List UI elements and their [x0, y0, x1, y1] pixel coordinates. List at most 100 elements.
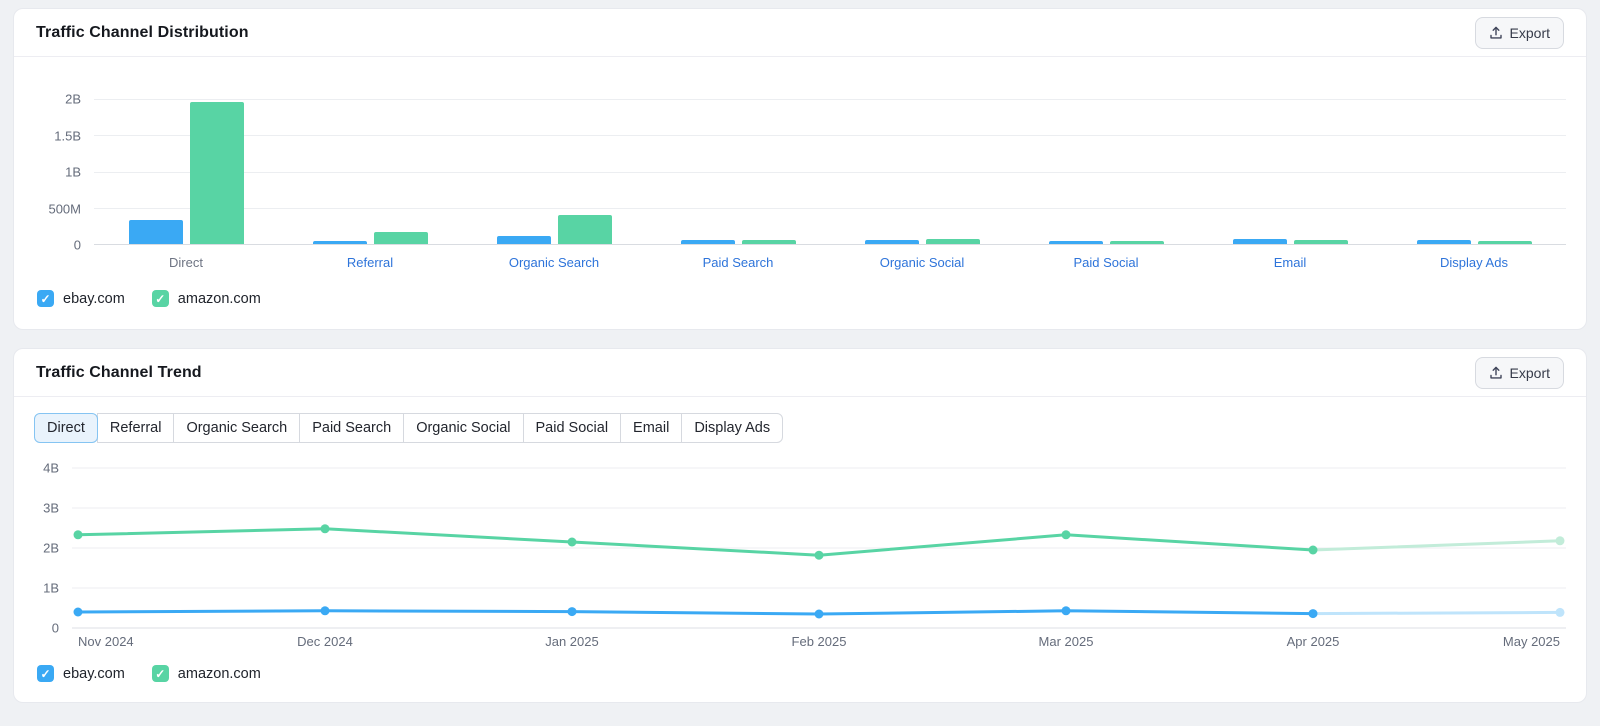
line-chart-y-axis: 4B3B2B1B0: [14, 467, 72, 629]
traffic-channel-distribution-card: Traffic Channel Distribution Export 2B1.…: [13, 8, 1587, 330]
legend-checkbox-amazon-com[interactable]: ✓: [152, 665, 169, 682]
legend-label-ebay-com: ebay.com: [63, 291, 125, 307]
export-button-label: Export: [1510, 25, 1550, 41]
bar-group-organic-social: [830, 99, 1014, 244]
export-button-distribution[interactable]: Export: [1475, 17, 1564, 49]
legend-item-ebay-com[interactable]: ✓ ebay.com: [37, 290, 125, 307]
bar-group-email: [1198, 99, 1382, 244]
bar-chart-y-axis: 2B1.5B1B500M0: [14, 99, 94, 245]
tab-organic-social[interactable]: Organic Social: [403, 413, 523, 443]
point-amazon-com-feb-2025: [815, 551, 824, 560]
trend-y-tick-3b: 3B: [43, 501, 59, 516]
export-button-trend[interactable]: Export: [1475, 357, 1564, 389]
legend-item-ebay-com[interactable]: ✓ebay.com: [37, 665, 125, 682]
bar-ebay-com-paid-social: [1049, 241, 1103, 244]
tab-email[interactable]: Email: [620, 413, 682, 443]
legend-label-amazon-com: amazon.com: [178, 666, 261, 682]
bar-amazon-com-paid-social: [1110, 241, 1164, 244]
point-amazon-com-may-2025: [1556, 536, 1565, 545]
bar-ebay-com-organic-search: [497, 236, 551, 244]
line-ebay-com: [78, 611, 1313, 614]
x-tick-apr-2025: Apr 2025: [1287, 634, 1340, 649]
bar-ebay-com-display-ads: [1417, 240, 1471, 244]
bar-ebay-com-paid-search: [681, 240, 735, 244]
tab-paid-search[interactable]: Paid Search: [299, 413, 404, 443]
bar-amazon-com-referral: [374, 232, 428, 244]
legend-item-amazon-com[interactable]: ✓ amazon.com: [152, 665, 261, 682]
bar-amazon-com-organic-social: [926, 239, 980, 244]
trend-y-tick-1b: 1B: [43, 581, 59, 596]
legend-item-amazon-com[interactable]: ✓ amazon.com: [152, 290, 261, 307]
x-tick-mar-2025: Mar 2025: [1039, 634, 1094, 649]
point-ebay-com-apr-2025: [1309, 609, 1318, 618]
x-tick-nov-2024: Nov 2024: [78, 634, 134, 649]
trend-legend: ✓ebay.com✓amazon.com: [37, 665, 1586, 682]
bar-ebay-com-direct: [129, 220, 183, 244]
trend-card-body: DirectReferralOrganic SearchPaid SearchO…: [14, 413, 1586, 682]
legend-checkbox-ebay-com[interactable]: ✓: [37, 665, 54, 682]
tab-organic-search[interactable]: Organic Search: [173, 413, 300, 443]
bar-group-organic-search: [462, 99, 646, 244]
line-chart-plot-area: Nov 2024Dec 2024Jan 2025Feb 2025Mar 2025…: [72, 467, 1566, 652]
legend-label-amazon-com: amazon.com: [178, 291, 261, 307]
tab-referral[interactable]: Referral: [97, 413, 175, 443]
point-amazon-com-apr-2025: [1309, 546, 1318, 555]
traffic-channel-trend-card: Traffic Channel Trend Export DirectRefer…: [13, 348, 1587, 703]
export-icon: [1489, 26, 1503, 40]
point-ebay-com-nov-2024: [74, 608, 83, 617]
x-tick-dec-2024: Dec 2024: [297, 634, 353, 649]
category-label-email[interactable]: Email: [1198, 255, 1382, 270]
bar-chart-plot-area: [94, 99, 1566, 245]
bar-amazon-com-email: [1294, 240, 1348, 244]
category-label-organic-search[interactable]: Organic Search: [462, 255, 646, 270]
distribution-card-body: 2B1.5B1B500M0 DirectReferralOrganic Sear…: [14, 99, 1586, 307]
legend-checkbox-ebay-com[interactable]: ✓: [37, 290, 54, 307]
tab-direct[interactable]: Direct: [34, 413, 98, 443]
bar-ebay-com-organic-social: [865, 240, 919, 244]
bar-y-tick-1-5b: 1.5B: [54, 128, 81, 143]
bar-group-direct: [94, 99, 278, 244]
bar-groups: [94, 99, 1566, 244]
trend-card-header: Traffic Channel Trend Export: [14, 349, 1586, 397]
category-label-paid-search[interactable]: Paid Search: [646, 255, 830, 270]
line-estimated-ebay-com: [1313, 612, 1560, 613]
line-chart-x-axis: Nov 2024Dec 2024Jan 2025Feb 2025Mar 2025…: [72, 634, 1566, 652]
tab-display-ads[interactable]: Display Ads: [681, 413, 783, 443]
bar-group-paid-search: [646, 99, 830, 244]
bar-y-tick-0: 0: [74, 238, 81, 253]
trend-y-tick-4b: 4B: [43, 461, 59, 476]
x-tick-jan-2025: Jan 2025: [545, 634, 599, 649]
channel-tabs: DirectReferralOrganic SearchPaid SearchO…: [34, 413, 1586, 443]
bar-y-tick-1b: 1B: [65, 165, 81, 180]
tab-paid-social[interactable]: Paid Social: [523, 413, 622, 443]
line-chart-svg: [72, 467, 1566, 629]
page: Traffic Channel Distribution Export 2B 1.…: [0, 0, 1600, 711]
bar-ebay-com-referral: [313, 241, 367, 244]
trend-y-tick-2b: 2B: [43, 541, 59, 556]
bar-y-tick-500m: 500M: [48, 201, 81, 216]
point-ebay-com-mar-2025: [1062, 606, 1071, 615]
point-amazon-com-jan-2025: [568, 538, 577, 547]
bar-amazon-com-direct: [190, 102, 244, 244]
x-tick-may-2025: May 2025: [1503, 634, 1560, 649]
trend-card-title: Traffic Channel Trend: [36, 364, 202, 382]
export-button-label: Export: [1510, 365, 1550, 381]
export-icon: [1489, 366, 1503, 380]
bar-ebay-com-email: [1233, 239, 1287, 244]
bar-amazon-com-organic-search: [558, 215, 612, 244]
line-estimated-amazon-com: [1313, 541, 1560, 550]
trend-y-tick-0: 0: [52, 621, 59, 636]
distribution-card-header: Traffic Channel Distribution Export: [14, 9, 1586, 57]
category-label-referral[interactable]: Referral: [278, 255, 462, 270]
point-amazon-com-dec-2024: [321, 524, 330, 533]
line-amazon-com: [78, 529, 1313, 555]
point-ebay-com-may-2025: [1556, 608, 1565, 617]
line-chart: 4B3B2B1B0 Nov 2024Dec 2024Jan 2025Feb 20…: [14, 467, 1566, 652]
bar-amazon-com-display-ads: [1478, 241, 1532, 244]
category-label-organic-social[interactable]: Organic Social: [830, 255, 1014, 270]
distribution-card-title: Traffic Channel Distribution: [36, 24, 249, 42]
legend-checkbox-amazon-com[interactable]: ✓: [152, 290, 169, 307]
category-label-paid-social[interactable]: Paid Social: [1014, 255, 1198, 270]
category-label-display-ads[interactable]: Display Ads: [1382, 255, 1566, 270]
point-ebay-com-feb-2025: [815, 610, 824, 619]
